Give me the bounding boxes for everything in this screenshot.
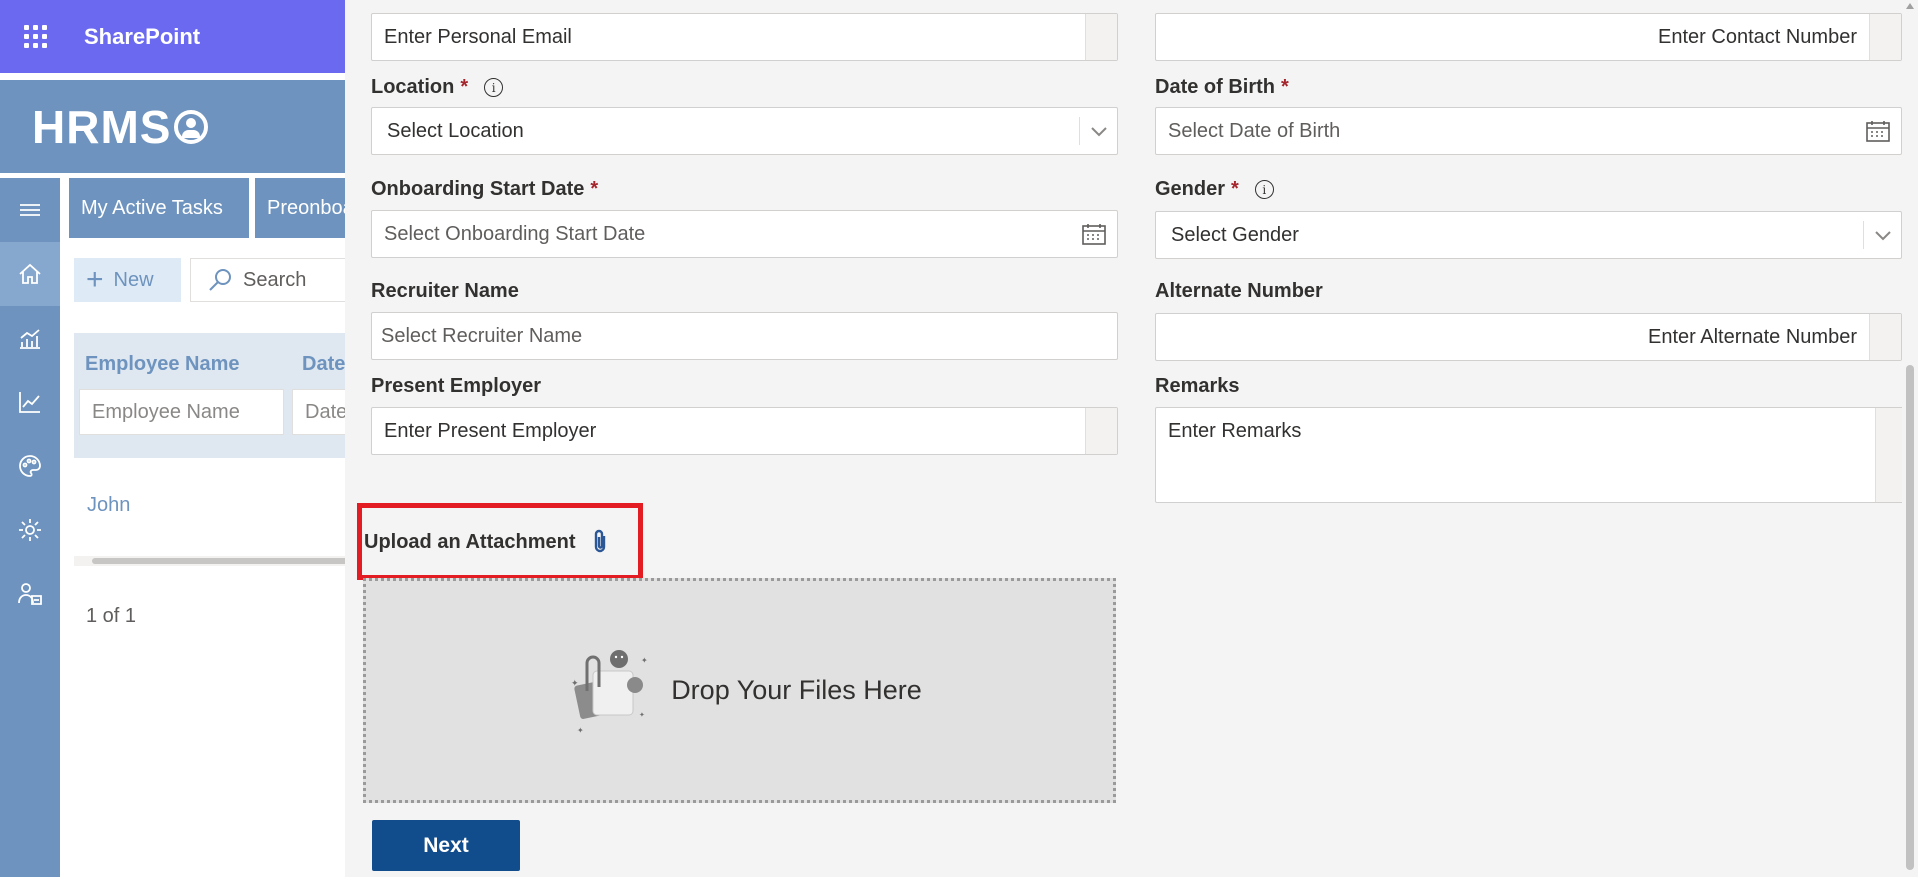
palette-icon [19, 455, 41, 477]
gender-placeholder: Select Gender [1171, 223, 1299, 246]
column-header-employee-name[interactable]: Employee Name [85, 353, 240, 376]
waffle-icon [23, 25, 47, 48]
gender-dropdown[interactable]: Select Gender [1155, 211, 1902, 259]
remarks-placeholder: Enter Remarks [1168, 420, 1302, 442]
paperclip-icon [594, 529, 605, 553]
grid-header: Employee Name Date Employee Name Date [74, 333, 374, 458]
remarks-textarea[interactable]: Enter Remarks [1155, 407, 1908, 503]
list-view: My Active Tasks Preonboarding + New Sear… [60, 178, 374, 877]
recruiter-name-label: Recruiter Name [371, 280, 519, 302]
new-button-label: New [113, 268, 154, 291]
app-logo: HRMS [32, 100, 209, 154]
search-placeholder: Search [243, 268, 307, 291]
alternate-number-field[interactable]: Enter Alternate Number [1155, 313, 1902, 361]
nav-settings[interactable] [0, 498, 60, 562]
file-drop-zone[interactable]: ✦ ✦ ✦ ✦ Drop Your Files Here [363, 578, 1116, 803]
svg-text:✦: ✦ [571, 679, 579, 689]
suite-bar: SharePoint [0, 0, 345, 73]
nav-trends[interactable] [0, 370, 60, 434]
gender-label: Gender * i [1155, 178, 1274, 201]
info-icon[interactable]: i [484, 78, 504, 97]
tab-my-active-tasks[interactable]: My Active Tasks [69, 178, 249, 238]
onboarding-start-date-placeholder: Select Onboarding Start Date [384, 222, 646, 245]
next-button[interactable]: Next [372, 820, 520, 871]
contact-number-field[interactable]: Enter Contact Number [1155, 13, 1902, 61]
onboarding-start-date-label: Onboarding Start Date * [371, 178, 599, 200]
suite-title[interactable]: SharePoint [84, 24, 200, 50]
alternate-number-placeholder: Enter Alternate Number [1648, 325, 1857, 348]
drop-zone-text: Drop Your Files Here [671, 675, 922, 705]
location-placeholder: Select Location [387, 119, 524, 142]
date-of-birth-label: Date of Birth * [1155, 76, 1289, 98]
scrollbar-thumb[interactable] [1906, 365, 1914, 870]
svg-text:✦: ✦ [639, 711, 645, 719]
remarks-label: Remarks [1155, 375, 1240, 397]
bar-chart-icon [20, 329, 40, 349]
column-header-date[interactable]: Date [302, 353, 345, 376]
app-launcher-button[interactable] [0, 0, 70, 73]
present-employer-placeholder: Enter Present Employer [384, 419, 597, 442]
recruiter-name-picker[interactable]: Select Recruiter Name [371, 312, 1118, 360]
scroll-up-icon[interactable] [1906, 3, 1914, 9]
search-box[interactable]: Search [190, 258, 360, 302]
vertical-scrollbar[interactable] [1902, 0, 1918, 877]
svg-text:✦: ✦ [641, 656, 648, 665]
present-employer-field[interactable]: Enter Present Employer [371, 407, 1118, 455]
plus-icon: + [86, 263, 104, 296]
horizontal-scrollbar[interactable] [74, 556, 374, 566]
gear-icon [19, 519, 41, 541]
home-icon [19, 263, 41, 284]
chevron-down-icon [1079, 117, 1117, 145]
user-circle-icon [174, 109, 209, 144]
app-logo-text: HRMS [32, 100, 172, 153]
date-of-birth-picker[interactable]: Select Date of Birth [1155, 107, 1902, 155]
date-of-birth-placeholder: Select Date of Birth [1168, 119, 1341, 142]
location-dropdown[interactable]: Select Location [371, 107, 1118, 155]
app-header: HRMS [0, 80, 345, 173]
svg-text:✦: ✦ [577, 726, 584, 735]
user-group-icon [18, 583, 42, 605]
left-nav-rail [0, 178, 60, 877]
scrollbar-thumb[interactable] [92, 558, 374, 564]
new-button[interactable]: + New [74, 258, 181, 302]
present-employer-label: Present Employer [371, 375, 542, 397]
nav-theme[interactable] [0, 434, 60, 498]
nav-home[interactable] [0, 242, 60, 306]
tab-preonboarding[interactable]: Preonboarding [255, 178, 355, 238]
calendar-icon[interactable] [1855, 119, 1901, 143]
nav-users[interactable] [0, 562, 60, 626]
search-icon [209, 269, 231, 291]
hamburger-menu-button[interactable] [0, 178, 60, 242]
info-icon[interactable]: i [1254, 180, 1274, 199]
line-chart-icon [19, 392, 40, 413]
upload-attachment-label[interactable]: Upload an Attachment [364, 529, 610, 555]
nav-analytics[interactable] [0, 306, 60, 370]
onboarding-start-date-picker[interactable]: Select Onboarding Start Date [371, 210, 1118, 258]
employee-name-link[interactable]: John [87, 494, 130, 517]
recruiter-name-placeholder: Select Recruiter Name [381, 324, 583, 347]
contact-number-placeholder: Enter Contact Number [1658, 25, 1857, 48]
hamburger-icon [20, 204, 40, 216]
pager-text: 1 of 1 [86, 605, 137, 627]
location-label: Location * i [371, 76, 504, 99]
employee-name-filter[interactable]: Employee Name [79, 389, 284, 435]
personal-email-placeholder: Enter Personal Email [384, 25, 572, 48]
files-illustration-icon: ✦ ✦ ✦ ✦ [571, 649, 648, 735]
alternate-number-label: Alternate Number [1155, 280, 1323, 302]
calendar-icon[interactable] [1071, 222, 1117, 246]
personal-email-field[interactable]: Enter Personal Email [371, 13, 1118, 61]
chevron-down-icon [1863, 221, 1901, 249]
